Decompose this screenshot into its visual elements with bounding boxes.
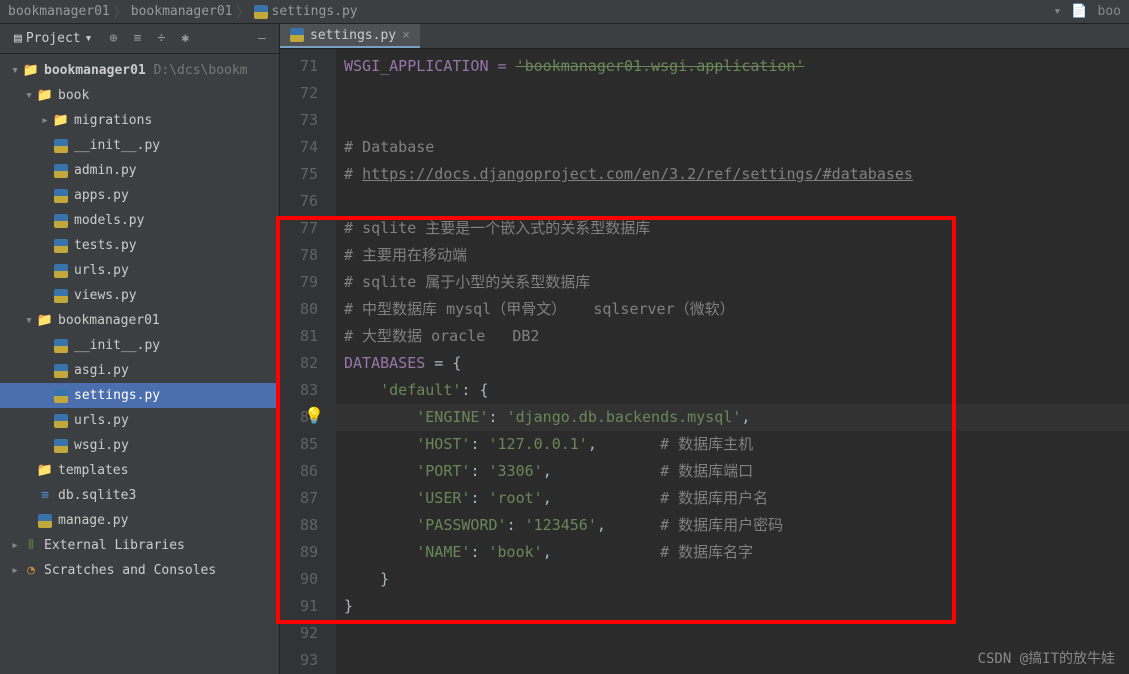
project-name: boo — [1098, 4, 1121, 19]
tree-label: settings.py — [74, 388, 160, 403]
python-file-icon — [52, 214, 70, 228]
python-file-icon — [52, 139, 70, 153]
python-file-icon — [52, 364, 70, 378]
collapse-icon[interactable]: ÷ — [152, 30, 170, 48]
tree-label: admin.py — [74, 163, 137, 178]
tree-label: Scratches and Consoles — [44, 563, 216, 578]
folder-icon: 📁 — [36, 313, 54, 328]
tree-folder-book[interactable]: ▾📁book — [0, 83, 279, 108]
python-file-icon — [52, 164, 70, 178]
tree-file-manage[interactable]: manage.py — [0, 508, 279, 533]
project-tree[interactable]: ▾📁bookmanager01 D:\dcs\bookm ▾📁book ▸📁mi… — [0, 54, 279, 674]
python-file-icon — [290, 28, 304, 42]
add-config-icon[interactable]: ▾ — [1054, 4, 1062, 19]
python-file-icon — [254, 5, 268, 19]
watermark: CSDN @搞IT的放牛娃 — [978, 648, 1115, 668]
tree-file[interactable]: tests.py — [0, 233, 279, 258]
breadcrumb[interactable]: bookmanager01 〉 bookmanager01 〉 settings… — [8, 2, 358, 21]
tree-folder-bm01[interactable]: ▾📁bookmanager01 — [0, 308, 279, 333]
folder-icon: 📁 — [36, 88, 54, 103]
project-view-selector[interactable]: ▤ Project ▾ — [8, 29, 98, 48]
breadcrumb-bar: bookmanager01 〉 bookmanager01 〉 settings… — [0, 0, 1129, 24]
tree-file[interactable]: urls.py — [0, 408, 279, 433]
tree-label: migrations — [74, 113, 152, 128]
tree-folder-templates[interactable]: 📁 templates — [0, 458, 279, 483]
tree-file[interactable]: apps.py — [0, 183, 279, 208]
tree-folder-migrations[interactable]: ▸📁migrations — [0, 108, 279, 133]
project-label: Project — [26, 31, 81, 46]
tree-label: __init__.py — [74, 338, 160, 353]
tab-label: settings.py — [310, 28, 396, 43]
python-file-icon — [52, 189, 70, 203]
lightbulb-icon[interactable]: 💡 — [304, 406, 324, 425]
tree-label: db.sqlite3 — [58, 488, 136, 503]
project-folder-icon: ▤ — [14, 31, 22, 46]
database-icon: ≡ — [36, 488, 54, 503]
breadcrumb-sep: 〉 — [114, 2, 127, 21]
gear-icon[interactable]: ✱ — [176, 30, 194, 48]
tree-label: wsgi.py — [74, 438, 129, 453]
tree-label: urls.py — [74, 413, 129, 428]
tree-file[interactable]: __init__.py — [0, 333, 279, 358]
python-file-icon — [52, 339, 70, 353]
tab-settings[interactable]: settings.py × — [280, 24, 420, 48]
folder-icon: 📁 — [52, 113, 70, 128]
scratches-icon: ◔ — [22, 563, 40, 578]
tree-label: asgi.py — [74, 363, 129, 378]
python-file-icon — [52, 439, 70, 453]
breadcrumb-root[interactable]: bookmanager01 — [8, 4, 110, 19]
python-file-icon — [36, 514, 54, 528]
python-file-icon — [52, 289, 70, 303]
tree-label: __init__.py — [74, 138, 160, 153]
python-file-icon — [52, 264, 70, 278]
tree-scratches[interactable]: ▸◔Scratches and Consoles — [0, 558, 279, 583]
tree-label: urls.py — [74, 263, 129, 278]
tree-label: manage.py — [58, 513, 128, 528]
locate-icon[interactable]: ⊕ — [104, 30, 122, 48]
tree-root[interactable]: ▾📁bookmanager01 D:\dcs\bookm — [0, 58, 279, 83]
hide-icon[interactable]: — — [253, 30, 271, 48]
folder-icon: 📁 — [22, 63, 40, 78]
editor-tab-bar: settings.py × — [280, 24, 1129, 49]
tree-file[interactable]: __init__.py — [0, 133, 279, 158]
tree-label: book — [58, 88, 89, 103]
breadcrumb-sub[interactable]: bookmanager01 — [131, 4, 233, 19]
tree-label: templates — [58, 463, 128, 478]
close-icon[interactable]: × — [402, 28, 410, 43]
tree-label: bookmanager01 — [44, 63, 146, 78]
tree-file[interactable]: views.py — [0, 283, 279, 308]
tree-label: tests.py — [74, 238, 137, 253]
library-icon: ⫴ — [22, 538, 40, 553]
tree-file-settings[interactable]: settings.py — [0, 383, 279, 408]
tree-external-libs[interactable]: ▸⫴External Libraries — [0, 533, 279, 558]
tree-file[interactable]: asgi.py — [0, 358, 279, 383]
folder-icon[interactable]: 📄 — [1071, 4, 1087, 19]
chevron-down-icon: ▾ — [85, 31, 93, 46]
sidebar-toolbar: ▤ Project ▾ ⊕ ≡ ÷ ✱ — — [0, 24, 279, 54]
breadcrumb-sep: 〉 — [237, 2, 250, 21]
top-right: ▾ 📄 boo — [1054, 4, 1122, 19]
line-gutter: 7172737475767778798081828384858687888990… — [280, 49, 336, 674]
tree-file[interactable]: wsgi.py — [0, 433, 279, 458]
tree-file[interactable]: urls.py — [0, 258, 279, 283]
python-file-icon — [52, 389, 70, 403]
tree-label: models.py — [74, 213, 144, 228]
python-file-icon — [52, 239, 70, 253]
tree-file[interactable]: admin.py — [0, 158, 279, 183]
breadcrumb-file[interactable]: settings.py — [272, 4, 358, 19]
editor-body[interactable]: 7172737475767778798081828384858687888990… — [280, 49, 1129, 674]
editor-area: settings.py × 71727374757677787980818283… — [280, 24, 1129, 674]
tree-file[interactable]: models.py — [0, 208, 279, 233]
tree-label: bookmanager01 — [58, 313, 160, 328]
python-file-icon — [52, 414, 70, 428]
tree-label: apps.py — [74, 188, 129, 203]
tree-label: views.py — [74, 288, 137, 303]
tree-label: External Libraries — [44, 538, 185, 553]
expand-icon[interactable]: ≡ — [128, 30, 146, 48]
tree-file-db[interactable]: ≡ db.sqlite3 — [0, 483, 279, 508]
folder-icon: 📁 — [36, 463, 54, 478]
code-editor[interactable]: WSGI_APPLICATION = 'bookmanager01.wsgi.a… — [336, 49, 1129, 674]
tree-path: D:\dcs\bookm — [154, 63, 248, 78]
project-sidebar: ▤ Project ▾ ⊕ ≡ ÷ ✱ — ▾ 📁 bookmanager01 D:… — [0, 24, 280, 674]
